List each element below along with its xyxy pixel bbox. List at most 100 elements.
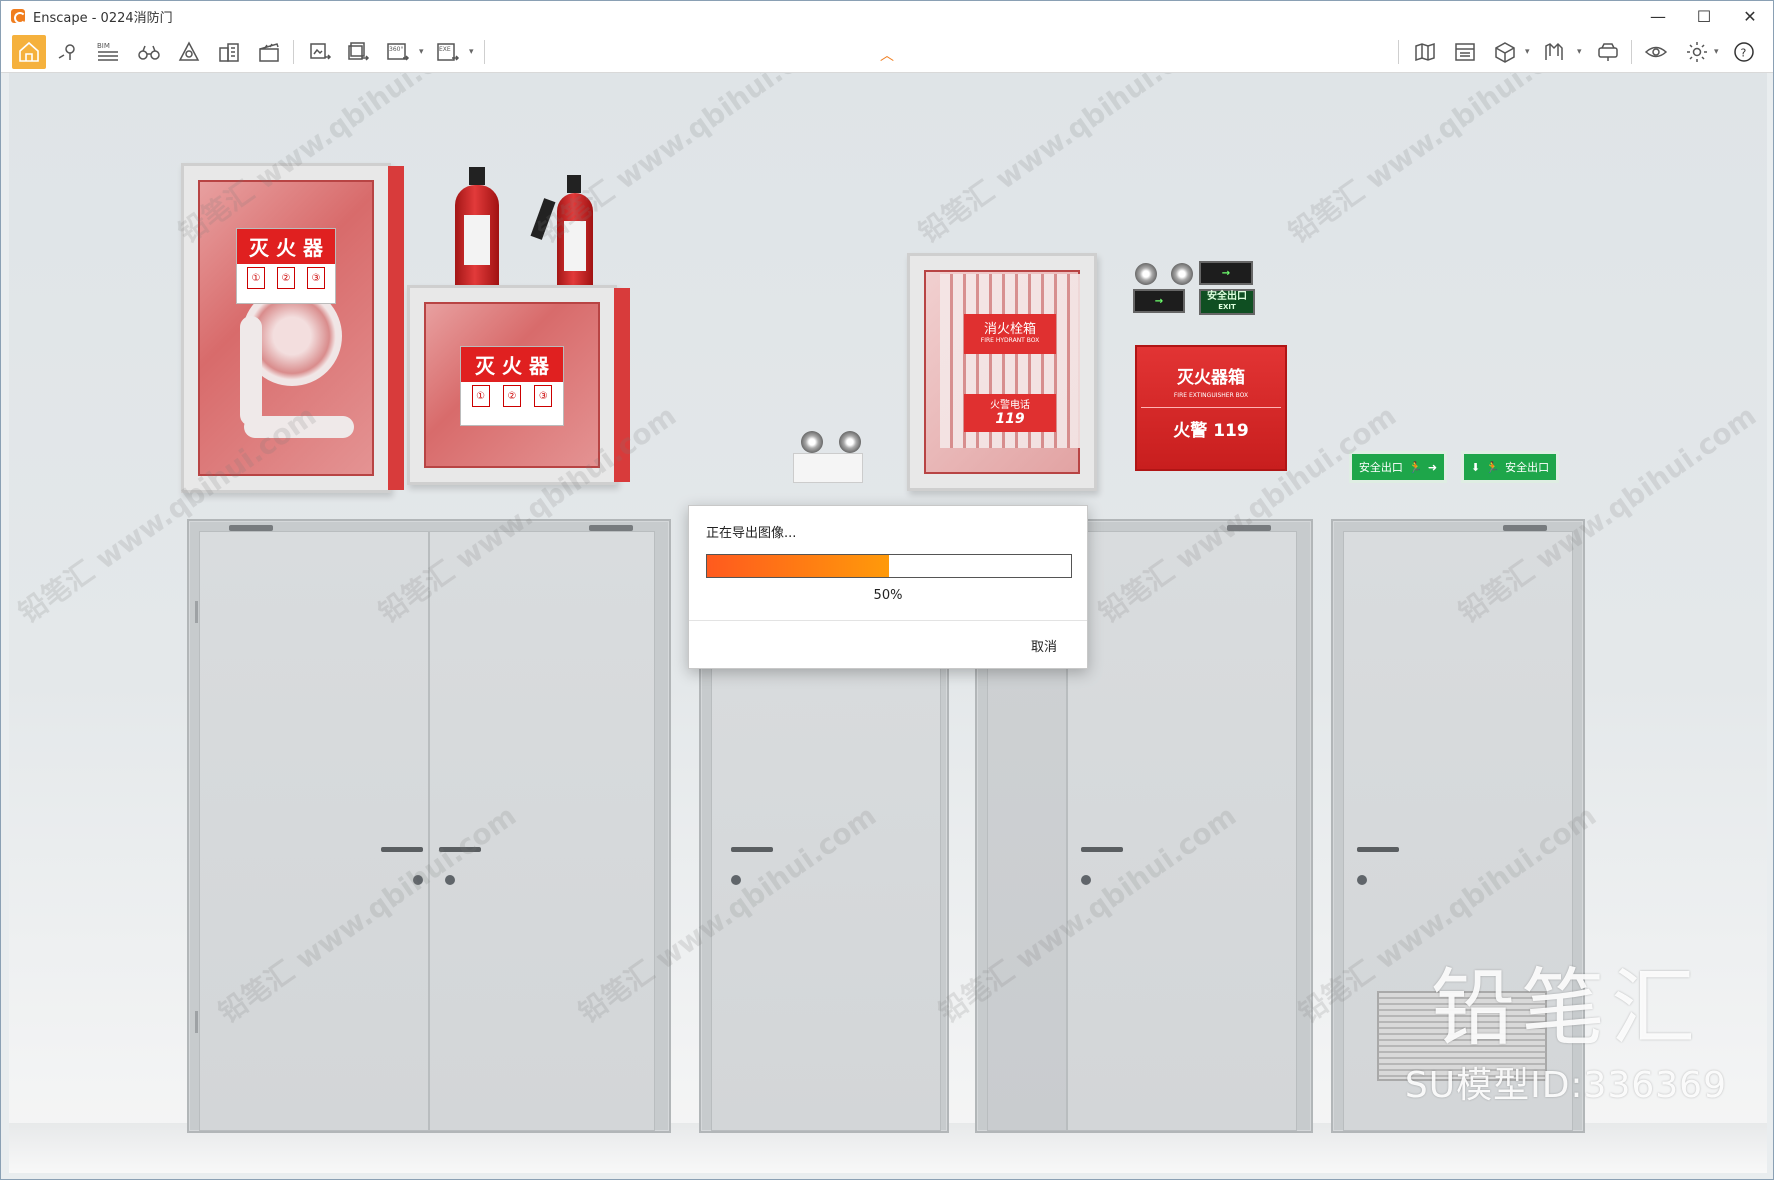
bim-icon: BIM: [97, 42, 118, 61]
home-button[interactable]: [12, 35, 46, 69]
minimize-button[interactable]: —: [1635, 1, 1681, 31]
extinguisher-valve: [469, 167, 485, 185]
box-divider: [1141, 407, 1281, 408]
asset-library-icon: [1455, 43, 1475, 61]
gear-icon: [1687, 42, 1707, 62]
door-handle: [731, 847, 773, 852]
exit-light-sign: →: [1133, 289, 1185, 313]
batch-export-icon: [348, 42, 370, 61]
usage-pictograms: ①②③: [461, 382, 563, 410]
binoculars-icon: [138, 45, 160, 60]
clapboard-button[interactable]: [252, 35, 286, 69]
chevron-down-icon[interactable]: ▾: [419, 47, 424, 57]
settings-button[interactable]: [1680, 35, 1714, 69]
screenshot-export-button[interactable]: [303, 35, 337, 69]
asset-library-button[interactable]: [1448, 35, 1482, 69]
door-leaf-left: [199, 531, 429, 1131]
door-leaf-right: [429, 531, 655, 1131]
svg-text:EXE: EXE: [439, 46, 451, 53]
chevron-down-icon[interactable]: ▾: [1577, 47, 1582, 57]
perspective-button[interactable]: [172, 35, 206, 69]
keyhole: [445, 875, 455, 885]
cube-icon: [1495, 42, 1515, 63]
map-icon: [1415, 42, 1435, 62]
batch-export-button[interactable]: [341, 35, 375, 69]
door-closer: [229, 525, 273, 531]
chevron-down-icon[interactable]: ▾: [469, 47, 474, 57]
brand-name: 铅笔汇: [1430, 959, 1701, 1057]
watermark: 铅笔汇 www.qbihui.com: [912, 73, 1223, 250]
dialog-divider: [689, 620, 1087, 621]
toolbar-separator: [293, 40, 294, 64]
vr-headset-button[interactable]: [1591, 35, 1625, 69]
door-hinge: [195, 601, 198, 623]
enscape-logo-icon: [11, 9, 26, 24]
green-exit-sign-right: ⬇ 🏃 安全出口: [1461, 451, 1559, 483]
emergency-lamp-icon: [839, 431, 861, 453]
buildings-icon: [219, 43, 239, 62]
maximize-button[interactable]: ☐: [1681, 1, 1727, 31]
toolbar-separator: [1631, 40, 1632, 64]
map-pin-icon: [58, 44, 75, 60]
extinguisher-cabinet: 灭 火 器 ①②③: [407, 285, 630, 485]
vr-headset-icon: [1598, 43, 1618, 61]
usage-pictograms: ①②③: [237, 264, 335, 292]
fire-extinguisher-box: 灭火器箱 FIRE EXTINGUISHER BOX 火警 119: [1135, 345, 1287, 471]
chevron-up-icon[interactable]: ︿: [877, 49, 897, 63]
arrow-right-icon: ➜: [1427, 460, 1438, 474]
screenshot-export-icon: [310, 43, 332, 60]
svg-text:?: ?: [1741, 47, 1747, 60]
door-handle: [439, 847, 481, 852]
chevron-down-icon[interactable]: ▾: [1714, 47, 1719, 57]
map-button[interactable]: [1408, 35, 1442, 69]
extinguisher-label-card: 灭 火 器 ①②③: [236, 228, 336, 304]
binoculars-button[interactable]: [132, 35, 166, 69]
exe-export-button[interactable]: EXE: [431, 35, 465, 69]
home-icon: [19, 41, 39, 62]
chevron-down-icon[interactable]: ▾: [1525, 47, 1530, 57]
hydrant-label: 消火栓箱: [983, 322, 1036, 337]
fire-call-number: 119: [995, 411, 1025, 427]
chart-book-button[interactable]: [1538, 35, 1572, 69]
keyhole: [413, 875, 423, 885]
export-progress-dialog: 正在导出图像... 50% 取消: [688, 505, 1088, 669]
extinguisher-hose: [530, 198, 556, 240]
hydrant-sub-label: FIRE HYDRANT BOX: [980, 337, 1040, 344]
svg-text:360°: 360°: [389, 46, 403, 53]
eye-button[interactable]: [1639, 35, 1673, 69]
cabinet-side: [388, 166, 404, 490]
buildings-button[interactable]: [212, 35, 246, 69]
green-exit-label: 安全出口: [1505, 461, 1550, 474]
door-leaf-wide: [1067, 531, 1297, 1131]
extinguisher-sticker: [463, 215, 491, 265]
cube-button[interactable]: [1488, 35, 1522, 69]
ext-box-title: 灭火器箱: [1177, 368, 1245, 388]
arrow-down-icon: ⬇: [1470, 460, 1481, 474]
door-handle: [1081, 847, 1123, 852]
fire-call-label: 火警电话: [990, 400, 1030, 411]
green-exit-sign-left: 安全出口 🏃 ➜: [1349, 451, 1447, 483]
safety-exit-sign: 安全出口 EXIT: [1199, 289, 1255, 315]
close-button[interactable]: ✕: [1727, 1, 1773, 31]
map-pin-button[interactable]: [51, 35, 85, 69]
toolbar-separator: [1398, 40, 1399, 64]
progress-fill: [707, 555, 889, 577]
ext-box-alarm: 火警 119: [1173, 421, 1249, 441]
bim-button[interactable]: BIM: [91, 35, 125, 69]
dialog-title: 正在导出图像...: [706, 526, 797, 541]
exit-label: EXIT: [1218, 303, 1236, 311]
cancel-button[interactable]: 取消: [1031, 636, 1057, 655]
door-handle: [1357, 847, 1399, 852]
title-bar[interactable]: Enscape - 0224消防门 — ☐ ✕: [1, 1, 1773, 31]
keyhole: [1357, 875, 1367, 885]
safety-exit-label: 安全出口: [1207, 291, 1247, 302]
help-button[interactable]: ?: [1727, 35, 1761, 69]
progress-bar: [706, 554, 1072, 578]
panorama-360-icon: 360°: [387, 43, 410, 61]
keyhole: [1081, 875, 1091, 885]
ext-box-subtitle: FIRE EXTINGUISHER BOX: [1173, 392, 1249, 399]
door-closer: [1503, 525, 1547, 531]
panorama-360-button[interactable]: 360°: [381, 35, 415, 69]
brand-watermark: 铅笔汇 SU模型ID:336369: [1405, 941, 1727, 1108]
extinguisher-label-card: 灭 火 器 ①②③: [460, 346, 564, 426]
